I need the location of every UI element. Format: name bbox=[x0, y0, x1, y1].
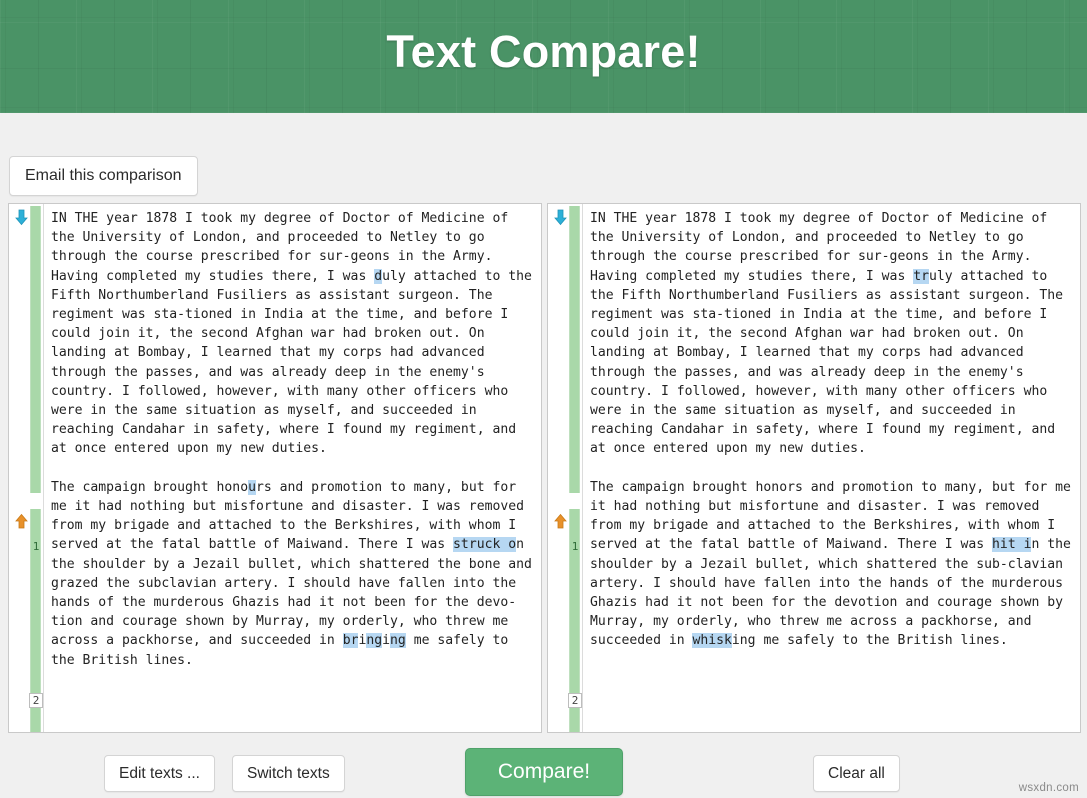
arrow-down-icon[interactable] bbox=[553, 209, 568, 226]
text-segment: uly attached to the Fifth Northumberland… bbox=[590, 268, 1071, 457]
clear-all-button[interactable]: Clear all bbox=[813, 755, 900, 793]
diff-highlight: whisk bbox=[692, 633, 732, 649]
text-segment: n the shoulder by a Jezail bullet, which… bbox=[51, 537, 540, 649]
right-text-pane[interactable]: 1 2 3 IN THE year 1878 I took my degree … bbox=[547, 203, 1081, 733]
email-this-comparison-button[interactable]: Email this comparison bbox=[9, 156, 198, 196]
paragraph: The campaign brought honors and promotio… bbox=[590, 480, 1079, 649]
right-text-content[interactable]: IN THE year 1878 I took my degree of Doc… bbox=[582, 204, 1080, 732]
left-text-pane[interactable]: 1 2 3 IN THE year 1878 I took my degree … bbox=[8, 203, 542, 733]
diff-highlight: tr bbox=[913, 268, 929, 284]
page-body: Email this comparison 1 2 IN THE year 18… bbox=[0, 113, 1087, 798]
page-title: Text Compare! bbox=[386, 26, 701, 77]
text-segment: uly attached to the Fifth Northumberland… bbox=[51, 268, 540, 457]
change-bar-segment bbox=[30, 206, 41, 493]
right-gutter: 1 2 3 bbox=[548, 204, 582, 732]
diff-highlight: hit i bbox=[992, 537, 1032, 553]
arrow-down-icon[interactable] bbox=[14, 209, 29, 226]
line-marker-1: 1 bbox=[32, 540, 40, 553]
diff-highlight: ng bbox=[390, 633, 406, 649]
compare-button[interactable]: Compare! bbox=[465, 748, 623, 796]
diff-highlight: u bbox=[248, 479, 256, 495]
diff-highlight: d bbox=[374, 268, 383, 284]
footer-button-row: Edit texts ... Switch texts Compare! Cle… bbox=[0, 743, 1087, 798]
change-bar-segment bbox=[569, 206, 580, 493]
edit-texts-button[interactable]: Edit texts ... bbox=[104, 755, 215, 793]
left-text-content[interactable]: IN THE year 1878 I took my degree of Doc… bbox=[43, 204, 541, 732]
page-header: Text Compare! bbox=[0, 0, 1087, 113]
arrow-up-icon[interactable] bbox=[14, 513, 29, 530]
diff-area: 1 2 3 IN THE year 1878 I took my degree … bbox=[8, 203, 1081, 733]
left-gutter: 1 2 3 bbox=[9, 204, 43, 732]
paragraph: The campaign brought honours and promoti… bbox=[51, 479, 540, 668]
text-segment: n the shoulder by a Jezail bullet, which… bbox=[590, 537, 1079, 649]
line-marker-1: 1 bbox=[571, 540, 579, 553]
diff-highlight: ng bbox=[366, 633, 383, 649]
diff-highlight: br bbox=[342, 633, 359, 649]
watermark: wsxdn.com bbox=[1018, 782, 1079, 794]
switch-texts-button[interactable]: Switch texts bbox=[232, 755, 345, 793]
arrow-up-icon[interactable] bbox=[553, 513, 568, 530]
paragraph: IN THE year 1878 I took my degree of Doc… bbox=[51, 211, 540, 456]
line-marker-2: 2 bbox=[29, 693, 43, 708]
line-marker-2: 2 bbox=[568, 693, 582, 708]
text-segment: ing me safely to the British lines. bbox=[731, 633, 1008, 649]
text-segment: i bbox=[382, 633, 391, 649]
diff-highlight: struck o bbox=[453, 537, 517, 553]
paragraph: IN THE year 1878 I took my degree of Doc… bbox=[590, 211, 1071, 456]
text-segment: The campaign brought hono bbox=[51, 479, 249, 495]
email-comparison-container: Email this comparison bbox=[9, 156, 198, 196]
